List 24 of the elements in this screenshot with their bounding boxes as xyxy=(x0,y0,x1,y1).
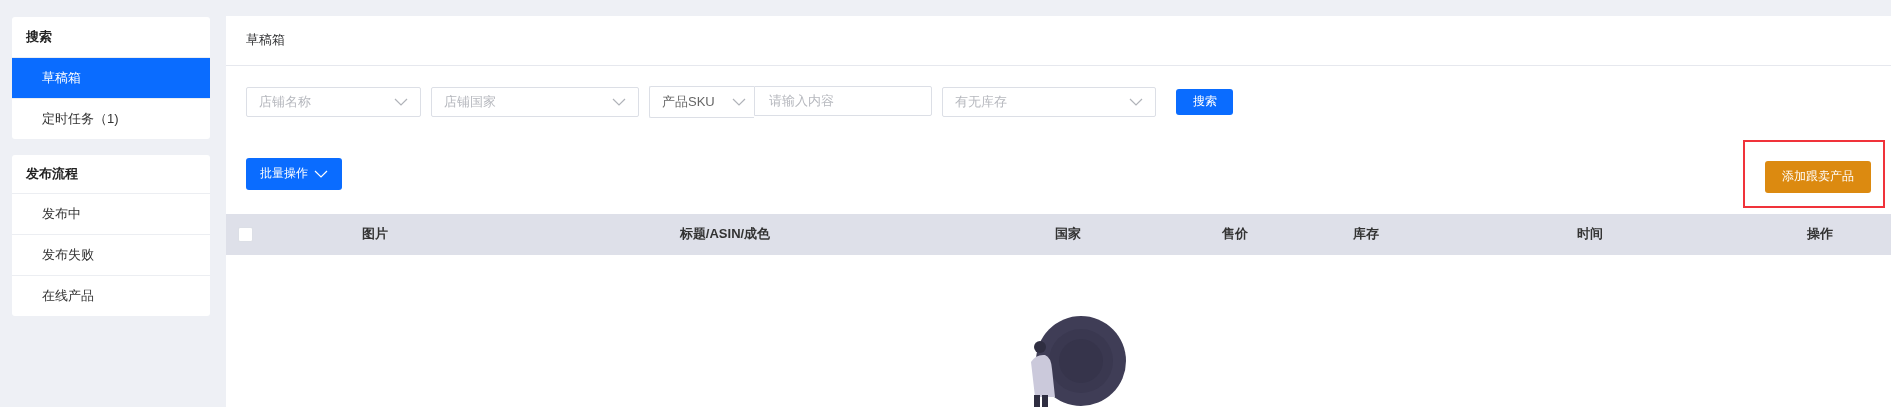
chevron-down-icon xyxy=(732,97,746,106)
column-header: 操作 xyxy=(1807,226,1833,242)
batch-operation-button[interactable]: 批量操作 xyxy=(246,157,342,190)
chevron-down-icon xyxy=(1129,97,1143,106)
sidebar-item[interactable]: 发布失败 xyxy=(12,235,210,276)
page-title: 草稿箱 xyxy=(246,31,285,50)
sidebar-heading: 发布流程 xyxy=(12,155,210,194)
chevron-down-icon xyxy=(394,97,408,106)
sidebar-item[interactable]: 发布中 xyxy=(12,194,210,235)
sidebar-item[interactable]: 草稿箱 xyxy=(12,58,210,99)
add-product-button[interactable]: 添加跟卖产品 xyxy=(1765,160,1871,193)
column-header: 国家 xyxy=(1055,226,1081,242)
column-header: 库存 xyxy=(1353,226,1379,242)
chevron-down-icon xyxy=(314,169,328,178)
checkbox[interactable] xyxy=(238,226,253,242)
column-header: 售价 xyxy=(1222,226,1248,242)
sidebar-item[interactable]: 定时任务（1) xyxy=(12,99,210,139)
chevron-down-icon xyxy=(612,97,626,106)
search-button[interactable]: 搜索 xyxy=(1176,88,1233,115)
column-header: 标题/ASIN/成色 xyxy=(679,226,771,242)
sidebar-item[interactable]: 在线产品 xyxy=(12,276,210,316)
input-field[interactable]: 请输入内容 xyxy=(754,85,932,116)
column-header: 时间 xyxy=(1577,226,1603,242)
column-header: 图片 xyxy=(362,226,388,242)
